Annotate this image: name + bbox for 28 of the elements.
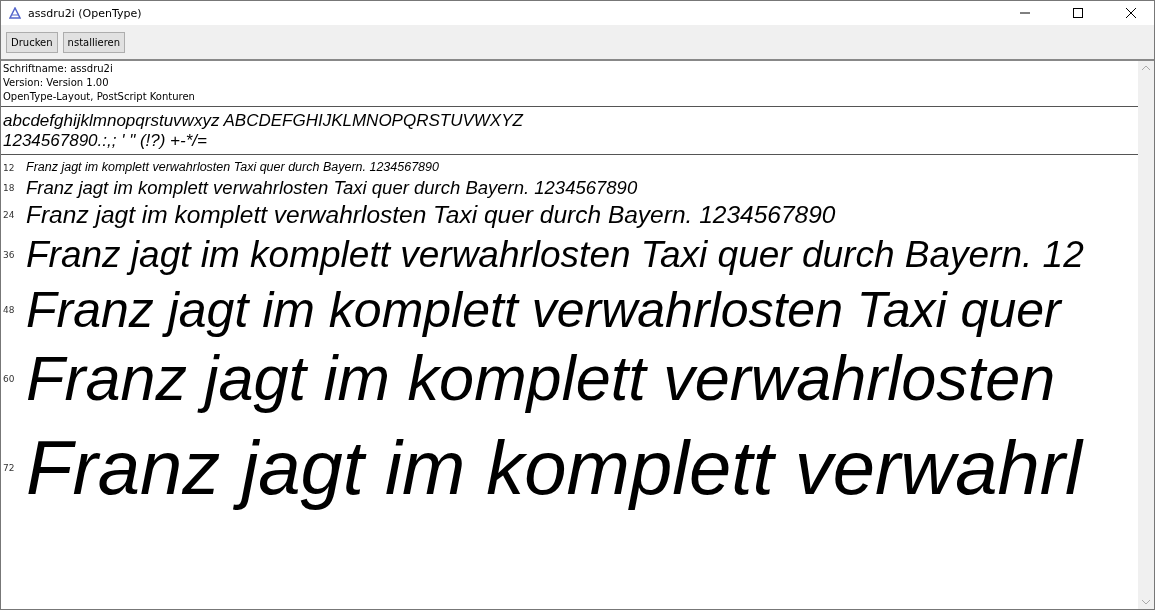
- size-label: 18: [2, 183, 16, 193]
- sample-text: Franz jagt im komplett verwahrlosten Taxi quer: [26, 281, 1064, 340]
- size-label: 36: [2, 250, 16, 260]
- sample-text: Franz jagt im komplett verwahrlosten: [26, 342, 1057, 416]
- maximize-icon: [1073, 8, 1083, 18]
- font-info-text: Schriftname: assdru2i: [3, 62, 114, 76]
- scroll-down-icon: [1142, 600, 1150, 605]
- font-info-text: Version: Version 1.00: [3, 76, 110, 90]
- print-button[interactable]: Drucken: [6, 31, 58, 53]
- sample-text: Franz jagt im komplett verwahrlosten Taxi quer durch Bayern. 1234567890: [26, 160, 440, 175]
- sample-text: Franz jagt im komplett verwahrlosten Taxi quer durch Bayern. 1234567890: [26, 176, 639, 200]
- size-label: 48: [2, 305, 16, 315]
- size-label: 24: [2, 210, 16, 220]
- character-set-text: abcdefghijklmnopqrstuvwxyz ABCDEFGHIJKLMNOPQRSTUVWXYZ: [3, 111, 525, 131]
- font-info-text: OpenType-Layout, PostScript Konturen: [3, 90, 196, 104]
- window-title: assdru2i (OpenType): [28, 6, 143, 20]
- install-button[interactable]: nstallieren: [62, 31, 126, 53]
- size-label: 72: [2, 463, 16, 473]
- size-label: 60: [2, 374, 16, 384]
- app-icon: [9, 7, 21, 19]
- character-set-text: 1234567890.:,; ' " (!?) +-*/=: [3, 131, 208, 151]
- scroll-up-icon: [1142, 65, 1150, 70]
- size-label: 12: [2, 162, 16, 173]
- sample-text: Franz jagt im komplett verwahrlosten Taxi quer durch Bayern. 1234567890: [26, 200, 837, 230]
- sample-text: Franz jagt im komplett verwahrlosten Taxi quer durch Bayern. 12: [26, 232, 1085, 277]
- close-icon: [1126, 8, 1136, 18]
- sample-text: Franz jagt im komplett verwahrl: [26, 424, 1085, 513]
- scrollbar[interactable]: [1138, 61, 1154, 609]
